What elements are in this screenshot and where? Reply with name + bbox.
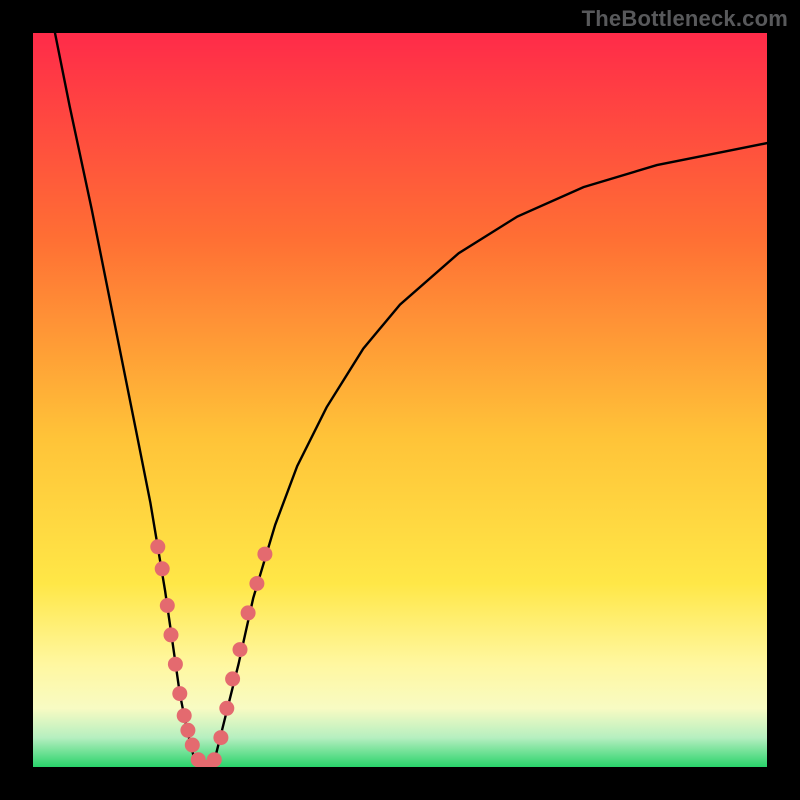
chart-frame: TheBottleneck.com <box>0 0 800 800</box>
curve-marker <box>177 708 192 723</box>
curve-marker <box>172 686 187 701</box>
curve-marker <box>185 738 200 753</box>
curve-marker <box>207 752 222 767</box>
curve-marker <box>257 547 272 562</box>
gradient-background <box>33 33 767 767</box>
curve-marker <box>249 576 264 591</box>
chart-plot-area <box>33 33 767 767</box>
curve-marker <box>164 627 179 642</box>
curve-marker <box>225 671 240 686</box>
watermark-text: TheBottleneck.com <box>582 6 788 32</box>
curve-marker <box>241 605 256 620</box>
curve-marker <box>160 598 175 613</box>
curve-marker <box>219 701 234 716</box>
chart-svg <box>33 33 767 767</box>
curve-marker <box>213 730 228 745</box>
curve-marker <box>180 723 195 738</box>
curve-marker <box>150 539 165 554</box>
curve-marker <box>168 657 183 672</box>
curve-marker <box>155 561 170 576</box>
curve-marker <box>233 642 248 657</box>
